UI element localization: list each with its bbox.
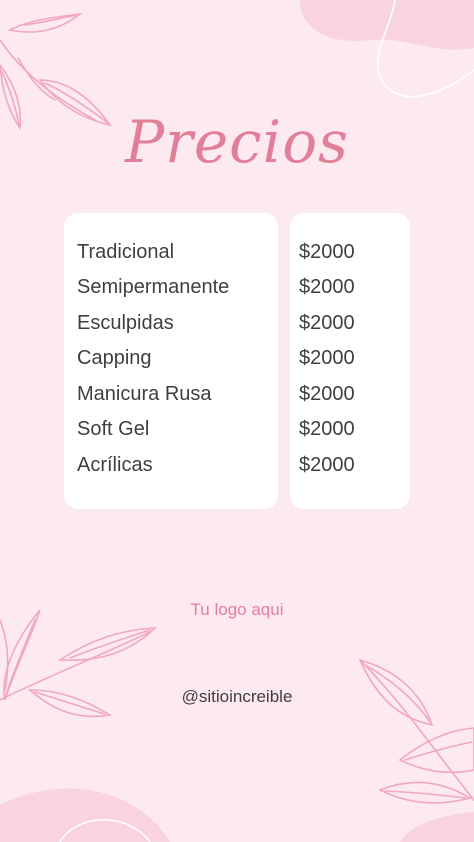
service-name: Manicura Rusa	[77, 383, 212, 405]
service-prices-card: $2000 $2000 $2000 $2000 $2000 $2000 $200…	[290, 213, 410, 509]
service-price: $2000	[299, 347, 355, 369]
service-name: Acrílicas	[77, 454, 153, 476]
service-name: Esculpidas	[77, 312, 174, 334]
service-name: Soft Gel	[77, 418, 150, 440]
service-price: $2000	[299, 383, 355, 405]
service-name: Capping	[77, 347, 152, 369]
logo-placeholder-text: Tu logo aqui	[190, 600, 284, 619]
social-handle: @sitioincreible	[181, 687, 293, 706]
service-name: Tradicional	[77, 241, 175, 263]
service-price: $2000	[299, 454, 355, 476]
service-price: $2000	[299, 312, 355, 334]
service-names-card: Tradicional Semipermanente Esculpidas Ca…	[64, 213, 278, 509]
service-name: Semipermanente	[77, 276, 230, 298]
service-price: $2000	[299, 276, 355, 298]
service-price: $2000	[299, 241, 355, 263]
page-title: Precios	[125, 108, 349, 176]
service-price: $2000	[299, 418, 355, 440]
